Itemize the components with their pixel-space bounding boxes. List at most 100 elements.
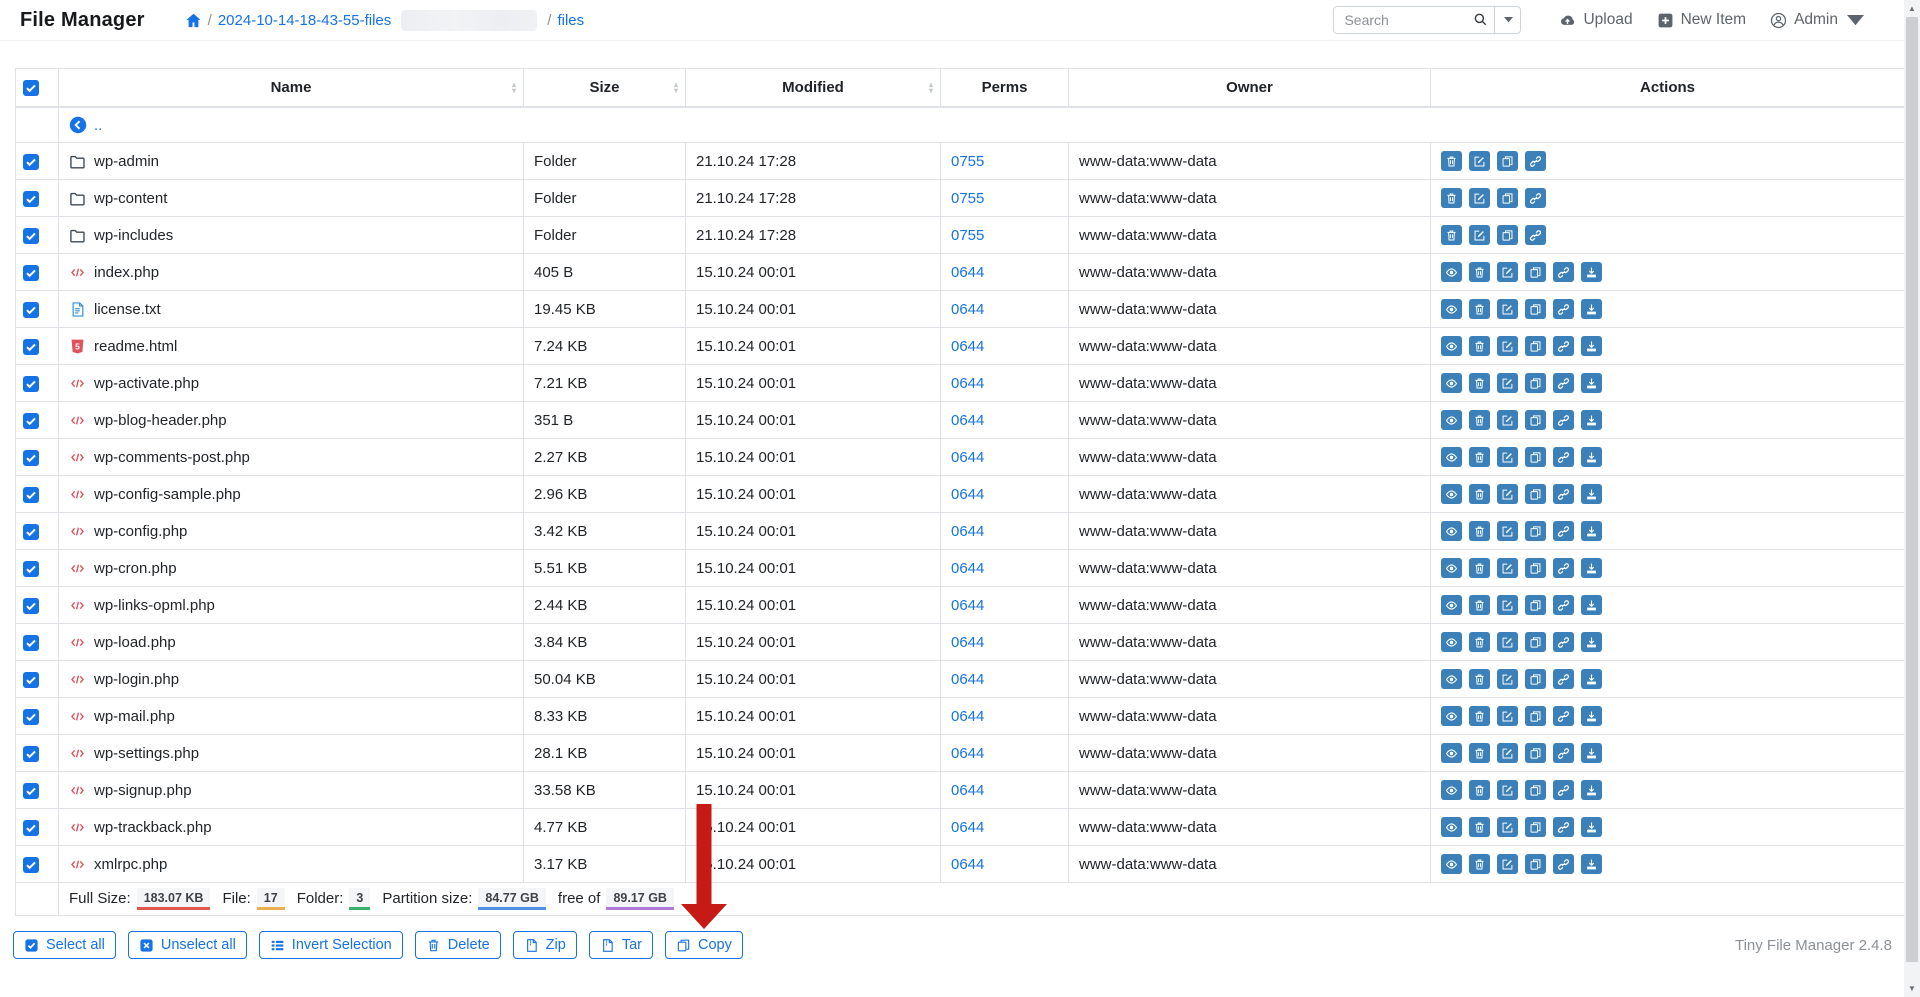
delete-button[interactable] <box>1469 854 1490 874</box>
duplicate-button[interactable] <box>1525 669 1546 689</box>
edit-button[interactable] <box>1497 484 1518 504</box>
file-name-link[interactable]: wp-config-sample.php <box>94 486 241 503</box>
delete-button[interactable] <box>1441 188 1462 208</box>
download-button[interactable] <box>1581 669 1602 689</box>
link-button[interactable] <box>1553 447 1574 467</box>
breadcrumb-link-timestamp[interactable]: 2024-10-14-18-43-55-files <box>218 12 391 29</box>
row-checkbox[interactable] <box>23 228 39 244</box>
edit-button[interactable] <box>1497 410 1518 430</box>
link-button[interactable] <box>1525 225 1546 245</box>
download-button[interactable] <box>1581 854 1602 874</box>
preview-button[interactable] <box>1441 336 1462 356</box>
toolbar-button-tar[interactable]: Tar <box>589 931 653 959</box>
file-name-link[interactable]: wp-config.php <box>94 523 187 540</box>
delete-button[interactable] <box>1469 484 1490 504</box>
link-button[interactable] <box>1525 188 1546 208</box>
download-button[interactable] <box>1581 632 1602 652</box>
file-name-link[interactable]: license.txt <box>94 301 161 318</box>
preview-button[interactable] <box>1441 595 1462 615</box>
scroll-up-arrow[interactable]: ▲ <box>1904 4 1920 13</box>
perms-link[interactable]: 0644 <box>951 708 984 725</box>
duplicate-button[interactable] <box>1497 151 1518 171</box>
duplicate-button[interactable] <box>1525 595 1546 615</box>
download-button[interactable] <box>1581 780 1602 800</box>
delete-button[interactable] <box>1469 521 1490 541</box>
link-button[interactable] <box>1553 595 1574 615</box>
preview-button[interactable] <box>1441 558 1462 578</box>
download-button[interactable] <box>1581 336 1602 356</box>
delete-button[interactable] <box>1469 410 1490 430</box>
row-checkbox[interactable] <box>23 302 39 318</box>
delete-button[interactable] <box>1469 817 1490 837</box>
perms-link[interactable]: 0644 <box>951 449 984 466</box>
perms-link[interactable]: 0644 <box>951 634 984 651</box>
row-checkbox[interactable] <box>23 598 39 614</box>
edit-button[interactable] <box>1497 558 1518 578</box>
perms-link[interactable]: 0644 <box>951 338 984 355</box>
preview-button[interactable] <box>1441 410 1462 430</box>
download-button[interactable] <box>1581 706 1602 726</box>
file-name-link[interactable]: wp-links-opml.php <box>94 597 215 614</box>
edit-button[interactable] <box>1469 151 1490 171</box>
link-button[interactable] <box>1553 817 1574 837</box>
download-button[interactable] <box>1581 262 1602 282</box>
row-checkbox[interactable] <box>23 709 39 725</box>
perms-link[interactable]: 0755 <box>951 227 984 244</box>
link-button[interactable] <box>1553 521 1574 541</box>
file-name-link[interactable]: wp-signup.php <box>94 782 192 799</box>
file-name-link[interactable]: xmlrpc.php <box>94 856 167 873</box>
toolbar-button-copy[interactable]: Copy <box>665 931 743 959</box>
edit-button[interactable] <box>1497 299 1518 319</box>
delete-button[interactable] <box>1469 669 1490 689</box>
file-name-link[interactable]: wp-load.php <box>94 634 176 651</box>
delete-button[interactable] <box>1469 780 1490 800</box>
edit-button[interactable] <box>1497 336 1518 356</box>
duplicate-button[interactable] <box>1525 336 1546 356</box>
download-button[interactable] <box>1581 595 1602 615</box>
duplicate-button[interactable] <box>1525 373 1546 393</box>
duplicate-button[interactable] <box>1497 188 1518 208</box>
row-checkbox[interactable] <box>23 820 39 836</box>
file-name-link[interactable]: wp-mail.php <box>94 708 175 725</box>
file-name-link[interactable]: wp-trackback.php <box>94 819 212 836</box>
new-item-button[interactable]: New Item <box>1657 11 1746 29</box>
link-button[interactable] <box>1553 262 1574 282</box>
page-scrollbar[interactable]: ▲ ▼ <box>1904 0 1920 997</box>
edit-button[interactable] <box>1497 262 1518 282</box>
row-checkbox[interactable] <box>23 783 39 799</box>
row-checkbox[interactable] <box>23 191 39 207</box>
perms-link[interactable]: 0644 <box>951 671 984 688</box>
scrollbar-thumb[interactable] <box>1906 17 1918 962</box>
folder-name-link[interactable]: wp-includes <box>94 227 173 244</box>
delete-button[interactable] <box>1469 299 1490 319</box>
perms-link[interactable]: 0755 <box>951 190 984 207</box>
file-name-link[interactable]: index.php <box>94 264 159 281</box>
delete-button[interactable] <box>1469 373 1490 393</box>
delete-button[interactable] <box>1469 632 1490 652</box>
edit-button[interactable] <box>1497 595 1518 615</box>
file-name-link[interactable]: wp-settings.php <box>94 745 199 762</box>
preview-button[interactable] <box>1441 521 1462 541</box>
edit-button[interactable] <box>1469 188 1490 208</box>
parent-directory-link[interactable]: .. <box>69 116 1894 134</box>
perms-link[interactable]: 0644 <box>951 264 984 281</box>
preview-button[interactable] <box>1441 780 1462 800</box>
perms-link[interactable]: 0644 <box>951 819 984 836</box>
toolbar-button-invert-selection[interactable]: Invert Selection <box>259 931 403 959</box>
preview-button[interactable] <box>1441 706 1462 726</box>
perms-link[interactable]: 0644 <box>951 856 984 873</box>
duplicate-button[interactable] <box>1525 780 1546 800</box>
edit-button[interactable] <box>1497 632 1518 652</box>
row-checkbox[interactable] <box>23 635 39 651</box>
breadcrumb-link-files[interactable]: files <box>557 12 584 29</box>
link-button[interactable] <box>1553 780 1574 800</box>
perms-link[interactable]: 0644 <box>951 597 984 614</box>
delete-button[interactable] <box>1469 447 1490 467</box>
file-name-link[interactable]: readme.html <box>94 338 177 355</box>
edit-button[interactable] <box>1497 373 1518 393</box>
duplicate-button[interactable] <box>1525 410 1546 430</box>
toolbar-button-unselect-all[interactable]: Unselect all <box>128 931 247 959</box>
search-options-dropdown[interactable] <box>1494 6 1521 34</box>
duplicate-button[interactable] <box>1525 484 1546 504</box>
duplicate-button[interactable] <box>1525 632 1546 652</box>
